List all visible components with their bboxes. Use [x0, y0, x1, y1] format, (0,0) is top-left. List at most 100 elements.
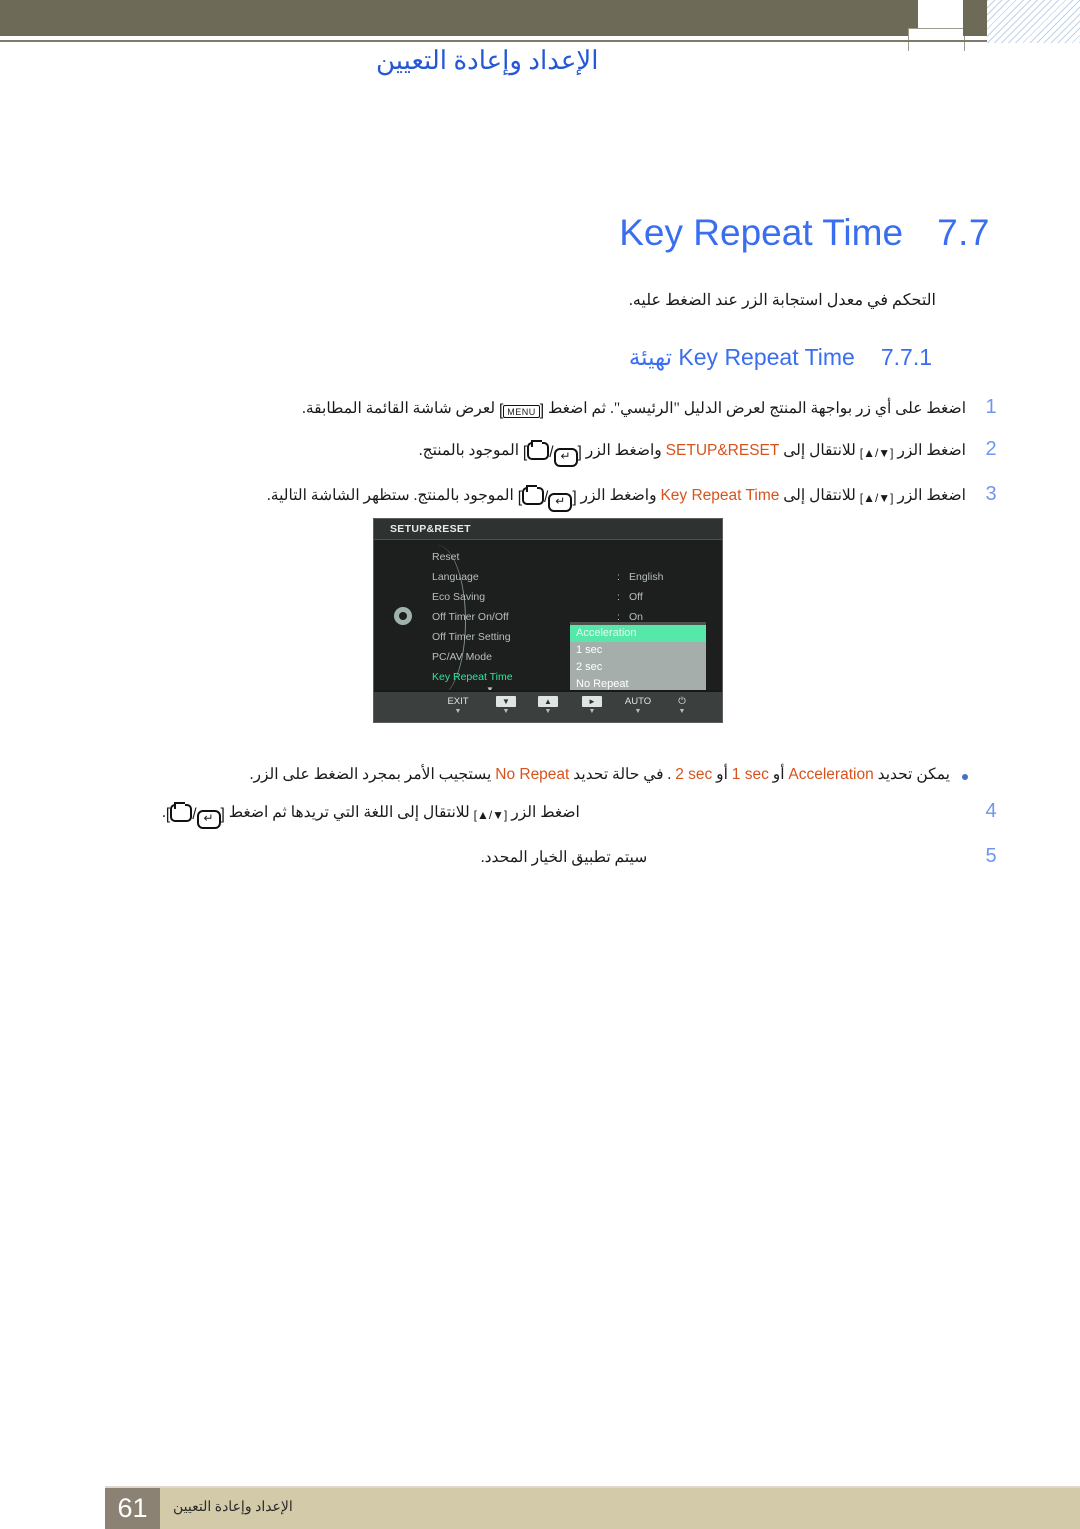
step3-seg-b: للانتقال إلى [783, 487, 856, 505]
updown-key-icon: [▲/▼] [859, 446, 894, 461]
bullet-seg-c: يستجيب الأمر بمجرد الضغط على الزر. [249, 766, 492, 783]
page-header-title: الإعداد وإعادة التعيين [376, 46, 599, 75]
step-item: 5 سيتم تطبيق الخيار المحدد. [162, 845, 1002, 869]
subsection-title-text: Key Repeat Time تهيئة [629, 344, 855, 371]
section-intro-text: التحكم في معدل استجابة الزر عند الضغط عل… [628, 292, 936, 309]
bullet-or-2: أو [716, 766, 728, 783]
step2-keyword: SETUP&RESET [665, 442, 780, 460]
bullet-seg-a: يمكن تحديد [877, 766, 950, 783]
section-number: 7.7 [937, 212, 990, 253]
menu-key-icon: MENU [503, 405, 540, 418]
step2-seg-d: الموجود بالمنتج. [418, 442, 520, 460]
bullet-keyword-1sec: 1 sec [731, 766, 769, 783]
footer-text: الإعداد وإعادة التعيين [173, 1500, 293, 1515]
section-title: Key Repeat Time 7.7 [619, 212, 990, 254]
osd-row-language[interactable]: Language : English [432, 567, 712, 587]
enter-key-icon: ↵ [553, 448, 578, 468]
step-item: 1 اضغط على أي زر بواجهة المنتج لعرض الدل… [162, 396, 1002, 422]
osd-row-label: Key Repeat Time [432, 671, 513, 683]
section-title-text: Key Repeat Time [619, 212, 904, 253]
step-item: 3 اضغط الزر [▲/▼] للانتقال إلى Key Repea… [162, 483, 1002, 513]
footer-band: 61 الإعداد وإعادة التعيين [105, 1486, 1080, 1529]
step2-seg-a: اضغط الزر [897, 442, 966, 460]
step-text: اضغط الزر [▲/▼] للانتقال إلى SETUP&RESET… [162, 438, 966, 468]
step3-keyword: Key Repeat Time [660, 487, 780, 505]
steps-list: 1 اضغط على أي زر بواجهة المنتج لعرض الدل… [162, 396, 1002, 528]
osd-row-label: Off Timer On/Off [432, 611, 509, 623]
step4-seg-b: للانتقال إلى اللغة التي تريدها ثم اضغط [228, 804, 470, 821]
osd-power-marker: ▼ [678, 708, 686, 715]
enter-key-icon: ↵ [196, 810, 221, 829]
osd-exit-button[interactable]: EXIT ▼ [436, 696, 480, 715]
step4-seg-a: اضغط الزر [511, 804, 580, 821]
back-key-icon [527, 440, 550, 461]
osd-power-button[interactable]: ⏻ ▼ [660, 696, 704, 715]
step-item: 4 اضغط الزر [▲/▼] للانتقال إلى اللغة الت… [162, 800, 1002, 829]
header-hatch-pattern [987, 0, 1080, 43]
bullet-or-1: أو [772, 766, 785, 783]
osd-down-button[interactable]: ▼ ▼ [484, 696, 528, 715]
osd-row-label: Language [432, 571, 479, 583]
bullet-seg-b: . في حالة تحديد [573, 766, 672, 783]
header-band-right [963, 0, 987, 36]
osd-row-label: Reset [432, 551, 460, 563]
osd-dropdown-popup: Acceleration 1 sec 2 sec No Repeat [570, 622, 706, 696]
step-text: سيتم تطبيق الخيار المحدد. [480, 849, 648, 866]
osd-option-acceleration[interactable]: Acceleration [570, 625, 706, 642]
osd-auto-button[interactable]: AUTO ▼ [616, 696, 660, 715]
osd-auto-label: AUTO [624, 696, 652, 707]
enter-back-key-icons: [/ ↵] [523, 440, 582, 468]
osd-up-marker: ▼ [544, 708, 552, 715]
step1-post: لعرض شاشة القائمة المطابقة. [301, 400, 496, 417]
menu-button-chip: [MENU] [498, 402, 545, 419]
osd-row-colon: : [617, 571, 620, 583]
osd-header-title: SETUP&RESET [390, 523, 471, 535]
osd-row-eco-saving[interactable]: Eco Saving : Off [432, 587, 712, 607]
arrow-right-icon: ► [582, 696, 602, 707]
osd-exit-label: EXIT [447, 696, 469, 707]
osd-row-colon: : [617, 591, 620, 603]
step-number: 1 [985, 396, 997, 418]
osd-row-label: Eco Saving [432, 591, 486, 603]
step-number: 5 [985, 845, 997, 867]
osd-enter-marker: ▼ [588, 708, 596, 715]
osd-row-label: PC/AV Mode [432, 651, 492, 663]
updown-key-icon: [▲/▼] [473, 808, 508, 822]
step-text: اضغط على أي زر بواجهة المنتج لعرض الدليل… [162, 396, 966, 422]
arrow-up-icon: ▲ [538, 696, 558, 707]
step-number: 4 [985, 800, 997, 822]
osd-header-bar: SETUP&RESET [374, 519, 722, 540]
step1-pre: اضغط على أي زر بواجهة المنتج لعرض الدليل… [547, 400, 966, 417]
step3-seg-a: اضغط الزر [897, 487, 966, 505]
gear-icon [394, 607, 412, 625]
step-item: 2 اضغط الزر [▲/▼] للانتقال إلى SETUP&RES… [162, 438, 1002, 468]
osd-row-reset[interactable]: Reset [432, 547, 712, 567]
note-bullet-text: يمكن تحديد Acceleration أو 1 sec أو 2 se… [250, 765, 950, 784]
back-key-icon [170, 802, 193, 822]
osd-up-button[interactable]: ▲ ▼ [526, 696, 570, 715]
osd-option-2-sec[interactable]: 2 sec [570, 659, 706, 676]
osd-option-1-sec[interactable]: 1 sec [570, 642, 706, 659]
updown-key-icon: [▲/▼] [859, 491, 894, 506]
osd-row-value: Off [629, 591, 643, 603]
subsection-title-arabic: تهيئة [628, 344, 673, 370]
bullet-keyword-no-repeat: No Repeat [495, 766, 570, 783]
power-icon: ⏻ [678, 696, 686, 707]
osd-enter-button[interactable]: ► ▼ [570, 696, 614, 715]
bullet-keyword-acceleration: Acceleration [788, 766, 874, 783]
osd-exit-marker: ▼ [454, 708, 462, 715]
osd-down-marker: ▼ [502, 708, 510, 715]
subsection-title-latin: Key Repeat Time [678, 344, 855, 370]
osd-row-label: Off Timer Setting [432, 631, 511, 643]
header-band [0, 0, 918, 36]
steps-list-continued: 4 اضغط الزر [▲/▼] للانتقال إلى اللغة الت… [162, 800, 1002, 885]
header-rule [0, 40, 987, 42]
osd-auto-marker: ▼ [634, 708, 642, 715]
enter-back-key-icons: [/ ↵] [166, 802, 225, 829]
osd-menu-screenshot: SETUP&RESET Reset Language : English Eco… [373, 518, 723, 723]
step2-seg-b: للانتقال إلى [783, 442, 856, 460]
osd-row-value: English [629, 571, 664, 583]
back-key-icon [522, 485, 544, 506]
page-number: 61 [105, 1488, 160, 1529]
step-text: اضغط الزر [▲/▼] للانتقال إلى اللغة التي … [162, 800, 966, 829]
